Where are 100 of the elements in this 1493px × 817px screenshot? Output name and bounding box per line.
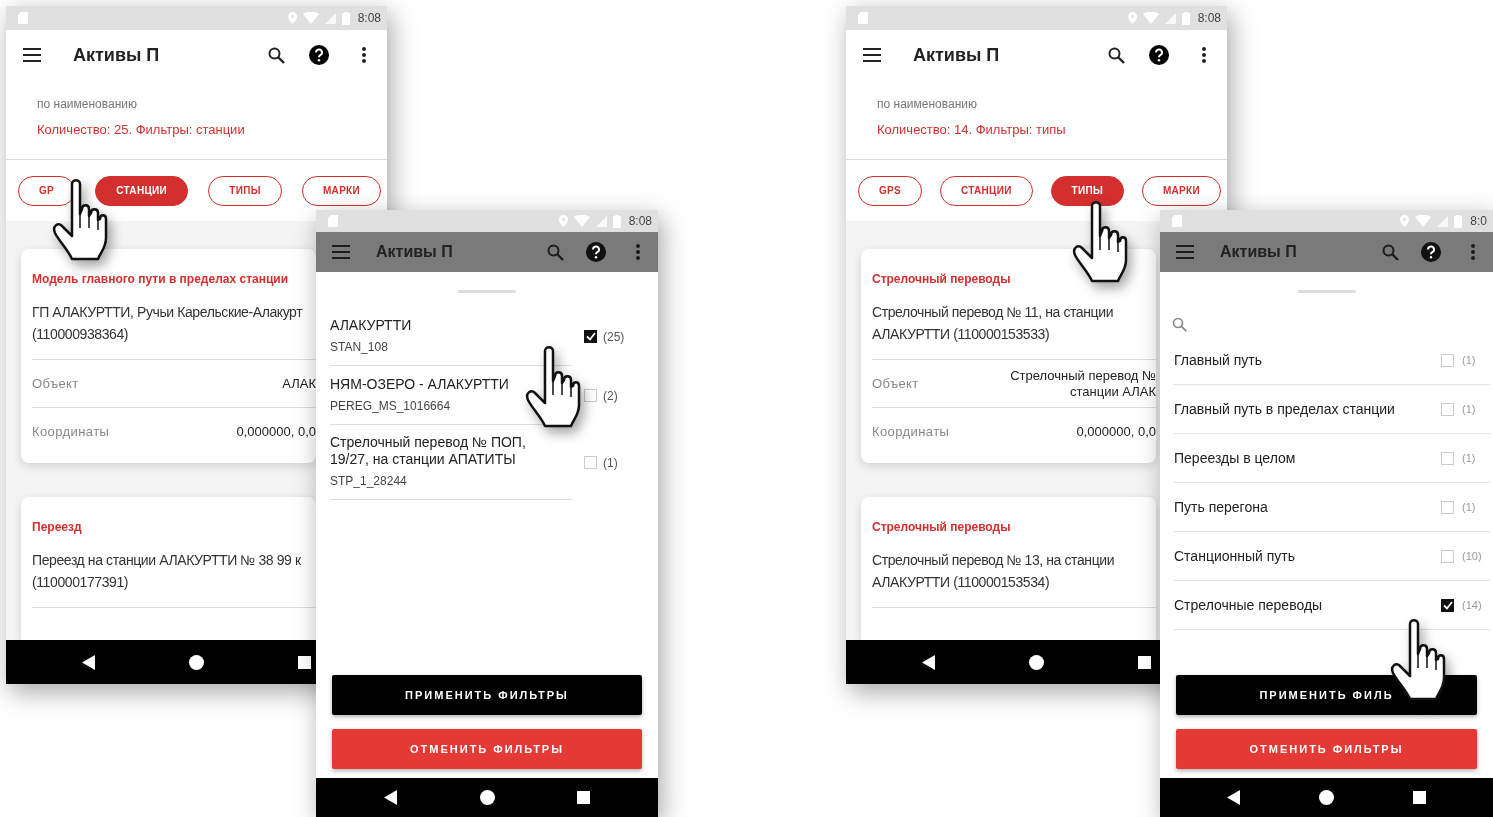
drag-handle[interactable] [458,290,516,293]
home-icon[interactable] [479,790,495,805]
apply-filters-button[interactable]: ПРИМЕНИТЬ ФИЛЬТРЫ [332,675,642,715]
home-icon[interactable] [189,654,204,670]
cancel-filters-button[interactable]: ОТМЕНИТЬ ФИЛЬТРЫ [1176,729,1477,769]
cancel-filters-button[interactable]: ОТМЕНИТЬ ФИЛЬТРЫ [332,729,642,769]
asset-type: Стрелочный переводы [872,272,1011,286]
asset-name: Стрелочный перевод № 13, на станции АЛАКУРТТИ (110000153534) [872,551,1115,592]
summary-text: Количество: 25. Фильтры: станции [37,122,245,137]
asset-name: Стрелочный перевод № 11, на станции АЛАКУРТТИ (110000153533) [872,303,1114,344]
option-count: (1) [603,455,618,470]
option-count: (1) [1462,452,1477,464]
location-icon [558,215,568,227]
option-name[interactable]: Стрелочный перевод № ПОП, 19/27, на станции АПАТИТЫ [330,434,526,468]
asset-type: Стрелочный переводы [872,520,1011,534]
hand-cursor-icon [525,345,581,429]
home-icon[interactable] [1029,654,1044,670]
asset-card[interactable]: Стрелочный переводы Стрелочный перевод № 13, на станции АЛАКУРТТИ (110000153534) [861,497,1156,640]
option-count: (1) [1462,354,1477,366]
hand-cursor-icon [1390,618,1446,702]
option-name[interactable]: НЯМ-ОЗЕРО - АЛАКУРТТИ [330,376,509,393]
status-time: 8:0 [1470,214,1487,228]
asset-card[interactable]: Стрелочный переводы Стрелочный перевод № 11, на станции АЛАКУРТТИ (110000153533) Объект Стрелочный перевод № станции АЛАК Координаты 0,000000, 0,0 [861,249,1156,463]
signal-icon [324,12,336,24]
asset-type: Модель главного пути в пределах станции [32,272,289,286]
back-icon[interactable] [384,790,398,805]
recents-icon[interactable] [1137,655,1151,669]
recents-icon[interactable] [576,791,590,804]
option-count: (25) [603,329,625,344]
option-code: STP_1_28244 [330,474,407,488]
filter-chip[interactable]: МАРКИ [1141,175,1221,206]
search-icon[interactable] [1108,46,1125,64]
option-name[interactable]: Переезды в целом [1174,449,1441,467]
option-count: (10) [1462,550,1483,562]
battery-icon [1181,11,1190,25]
more-icon[interactable] [1202,47,1206,63]
option-name[interactable]: Стрелочные переводы [1174,596,1441,614]
battery-icon [612,214,621,228]
field-label: Координаты [32,424,110,439]
status-time: 8:08 [628,214,652,228]
filter-chip[interactable]: GPS [858,175,923,206]
option-name[interactable]: Главный путь в пределах станции [1174,400,1441,418]
option-name[interactable]: Путь перегона [1174,498,1441,516]
app-title: Активы П [1220,243,1298,261]
more-icon[interactable] [362,47,366,63]
help-icon[interactable] [1149,45,1169,65]
summary-text: Количество: 14. Фильтры: типы [877,122,1066,137]
asset-name: Переезд на станции АЛАКУРТТИ № 38 99 к (110000177391) [32,551,301,592]
home-icon[interactable] [1319,790,1334,805]
asset-type: Переезд [32,520,82,534]
checkbox[interactable] [584,330,597,343]
menu-icon[interactable] [23,48,41,62]
back-icon[interactable] [922,654,936,670]
option-name[interactable]: Станционный путь [1174,547,1441,565]
option-count: (1) [1462,501,1477,513]
option-name[interactable]: АЛАКУРТТИ [330,317,412,334]
option-name[interactable]: Главный путь [1174,351,1441,369]
wifi-icon [573,215,590,227]
location-icon [1127,12,1137,24]
asset-name: ГП АЛАКУРТТИ, Ручьи Карельские-Алакурт (110000938364) [32,303,303,344]
recents-icon[interactable] [1413,791,1427,804]
option-count: (14) [1462,599,1483,611]
option-count: (1) [1462,403,1477,415]
field-label: Объект [872,376,919,391]
back-icon[interactable] [1226,790,1240,805]
signal-icon [595,215,607,227]
option-code: STAN_108 [330,340,388,354]
location-icon [287,12,297,24]
wifi-icon [1142,12,1159,24]
checkbox[interactable] [1441,598,1454,612]
field-value: АЛАК [282,375,316,392]
filter-chip[interactable]: ТИПЫ [1050,175,1125,206]
field-value: 0,000000, 0,0 [236,423,316,440]
recents-icon[interactable] [297,655,311,669]
asset-card[interactable]: Переезд Переезд на станции АЛАКУРТТИ № 38 99 к (110000177391) [21,497,316,640]
help-icon[interactable] [309,45,329,65]
sort-label: по наименованию [37,97,137,111]
search-icon[interactable] [268,46,285,64]
app-title: Активы П [376,243,454,261]
filter-chip[interactable]: МАРКИ [302,175,381,206]
sd-card-icon [858,12,868,24]
drag-handle[interactable] [1297,290,1356,293]
menu-icon[interactable] [863,48,881,62]
help-icon[interactable] [586,242,606,262]
filter-chip[interactable]: СТАНЦИИ [939,175,1033,206]
field-value: Стрелочный перевод № станции АЛАК [1010,367,1156,400]
app-title: Активы П [73,44,161,66]
help-icon[interactable] [1421,242,1441,262]
filter-chip[interactable]: СТАНЦИИ [95,175,188,206]
asset-card[interactable]: Модель главного пути в пределах станции ГП АЛАКУРТТИ, Ручьи Карельские-Алакурт (110000938364) Объект АЛАК Координаты 0,000000, 0,0 [21,249,316,463]
sd-card-icon [1172,215,1182,227]
wifi-icon [302,12,319,24]
filter-chip[interactable]: ТИПЫ [208,175,282,206]
signal-icon [1164,12,1176,24]
option-code: PEREG_MS_1016664 [330,399,451,413]
sort-label: по наименованию [877,97,977,111]
field-label: Объект [32,376,79,391]
back-icon[interactable] [82,654,96,670]
battery-icon [341,11,350,25]
status-time: 8:08 [1197,11,1221,25]
